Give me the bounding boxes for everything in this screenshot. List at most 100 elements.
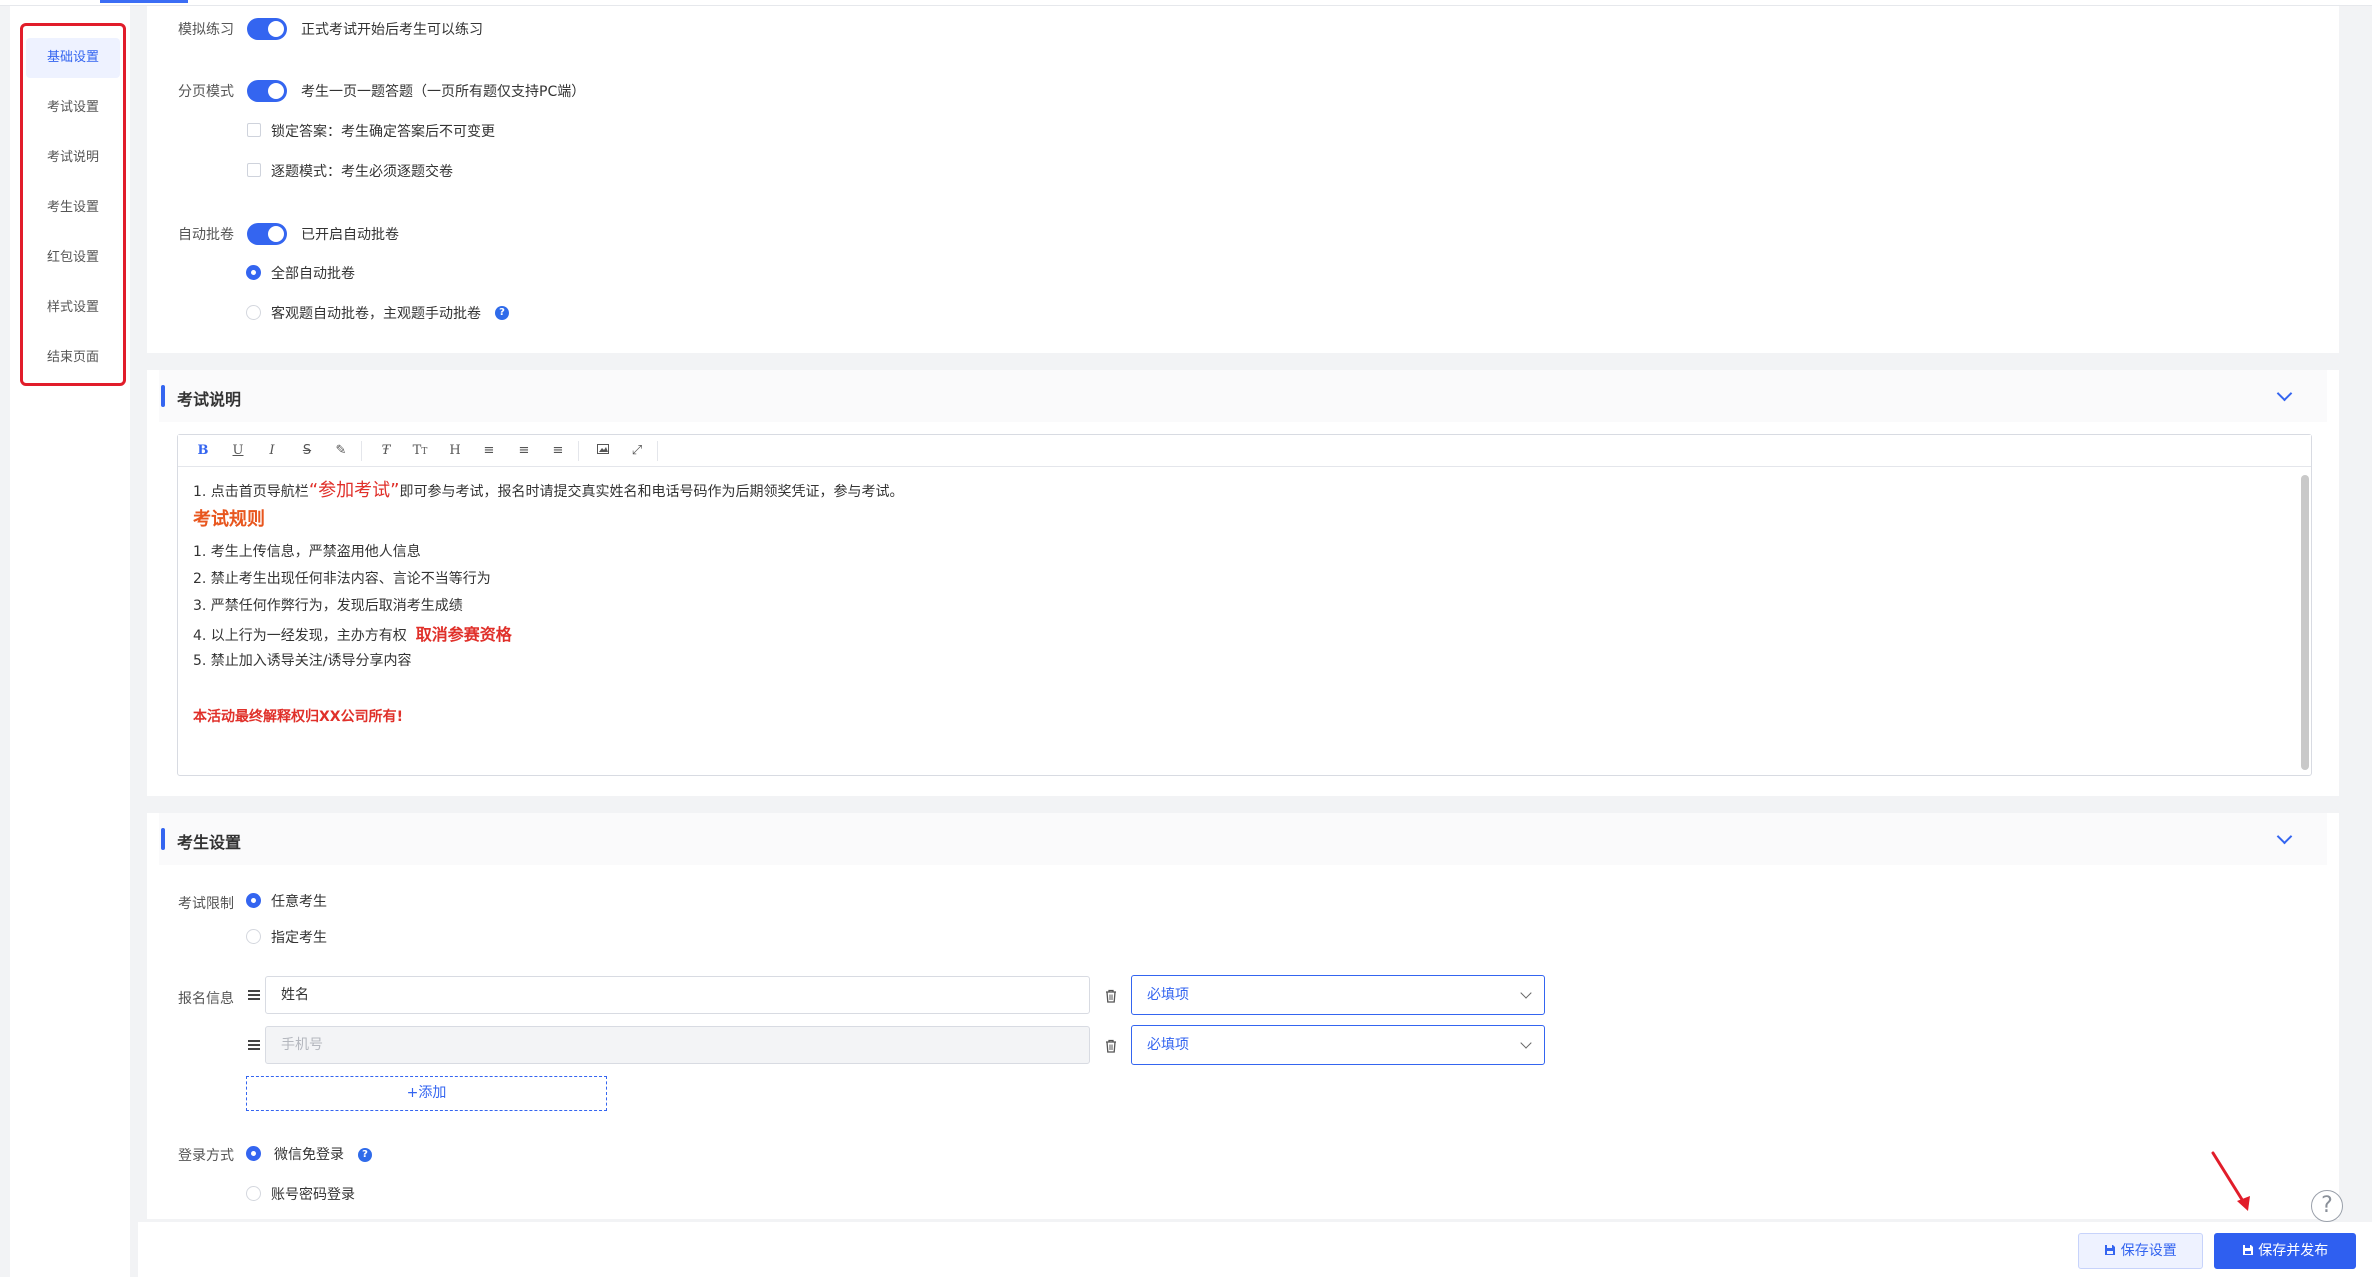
login-help-icon[interactable]: ? (358, 1148, 372, 1162)
clear-format-icon[interactable]: Ŧ (375, 441, 397, 461)
practice-toggle[interactable] (247, 18, 287, 40)
requirement-value: 必填项 (1147, 987, 1189, 1003)
grade-mixed-radio[interactable] (246, 305, 261, 320)
rule-1: 1. 考生上传信息，严禁盗用他人信息 (193, 544, 421, 560)
help-circle-icon[interactable]: ? (2311, 1190, 2343, 1222)
lock-answer-text: 锁定答案：考生确定答案后不可变更 (271, 124, 495, 140)
auto-grade-label: 自动批卷 (178, 227, 234, 243)
signup-info-label: 报名信息 (178, 991, 234, 1007)
annotation-arrow-icon (2211, 1151, 2250, 1211)
paging-toggle[interactable] (247, 80, 287, 102)
bold-icon[interactable]: B (192, 441, 214, 461)
drag-handle-icon[interactable] (248, 990, 260, 1000)
save-icon (2242, 1243, 2258, 1259)
content-line-1: 1. 点击首页导航栏“参加考试”即可参与考试，报名时请提交真实姓名和电话号码作为… (193, 476, 903, 502)
any-candidate-text: 任意考生 (271, 894, 327, 910)
editor-content[interactable]: 1. 点击首页导航栏“参加考试”即可参与考试，报名时请提交真实姓名和电话号码作为… (178, 468, 2298, 775)
wechat-login-radio[interactable] (246, 1146, 261, 1161)
password-login-radio[interactable] (246, 1186, 261, 1201)
practice-label: 模拟练习 (178, 22, 234, 38)
underline-icon[interactable]: U (227, 441, 249, 461)
image-icon[interactable] (592, 441, 614, 461)
chevron-down-icon (1520, 1037, 1532, 1049)
sidebar-item-end-page[interactable]: 结束页面 (26, 338, 120, 378)
sidebar-item-exam[interactable]: 考试设置 (26, 88, 120, 128)
align-right-icon[interactable]: ≡ (547, 441, 569, 461)
save-settings-button[interactable]: 保存设置 (2078, 1233, 2203, 1269)
phone-requirement-select[interactable]: 必填项 (1131, 1025, 1545, 1065)
paging-label: 分页模式 (178, 84, 234, 100)
candidate-settings-panel: 考生设置 (147, 813, 2339, 1219)
name-field[interactable]: 姓名 (265, 976, 1090, 1014)
italic-icon[interactable]: I (261, 441, 283, 461)
exam-description-header[interactable]: 考试说明 (159, 370, 2327, 422)
section-bar (161, 828, 165, 850)
rule-4: 4. 以上行为一经发现，主办方有权 取消参赛资格 (193, 621, 512, 645)
lock-answer-checkbox[interactable] (247, 123, 261, 137)
login-method-label: 登录方式 (178, 1148, 234, 1164)
rule-2: 2. 禁止考生出现任何非法内容、言论不当等行为 (193, 571, 491, 587)
grade-help-icon[interactable]: ? (495, 306, 509, 320)
heading-icon[interactable]: H (444, 441, 466, 461)
line1-highlight: “参加考试” (308, 480, 400, 501)
password-login-text: 账号密码登录 (271, 1187, 355, 1203)
chevron-down-icon[interactable] (2277, 831, 2291, 845)
save-and-publish-button[interactable]: 保存并发布 (2214, 1233, 2356, 1269)
specified-candidate-radio[interactable] (246, 929, 261, 944)
drag-handle-icon[interactable] (248, 1040, 260, 1050)
toolbar-divider (361, 441, 362, 461)
exam-limit-label: 考试限制 (178, 896, 234, 912)
rule-3: 3. 严禁任何作弊行为，发现后取消考生成绩 (193, 598, 463, 614)
sidebar-item-description[interactable]: 考试说明 (26, 138, 120, 178)
candidate-settings-title: 考生设置 (177, 833, 242, 852)
save-and-publish-label: 保存并发布 (2258, 1243, 2329, 1259)
requirement-value: 必填项 (1147, 1037, 1189, 1053)
rule-5: 5. 禁止加入诱导关注/诱导分享内容 (193, 653, 412, 669)
line1-text: 1. 点击首页导航栏 (193, 484, 309, 500)
editor-scrollbar[interactable] (2301, 475, 2309, 770)
sidebar-item-candidate[interactable]: 考生设置 (26, 188, 120, 228)
sidebar-item-red-packet[interactable]: 红包设置 (26, 238, 120, 278)
paging-text: 考生一页一题答题（一页所有题仅支持PC端） (301, 84, 586, 100)
brush-icon[interactable]: ✎ (330, 441, 352, 461)
one-by-one-text: 逐题模式：考生必须逐题交卷 (271, 164, 453, 180)
practice-text: 正式考试开始后考生可以练习 (301, 22, 483, 38)
line1-text-end: 即可参与考试，报名时请提交真实姓名和电话号码作为后期领奖凭证，参与考试。 (399, 484, 904, 500)
save-icon (2104, 1243, 2120, 1259)
fullscreen-icon[interactable]: ⤢ (626, 441, 648, 461)
rule4-highlight: 取消参赛资格 (415, 625, 512, 644)
sidebar-nav: 基础设置 考试设置 考试说明 考生设置 红包设置 样式设置 结束页面 (20, 23, 126, 386)
sidebar-item-style[interactable]: 样式设置 (26, 288, 120, 328)
auto-grade-text: 已开启自动批卷 (301, 227, 399, 243)
sidebar-item-basic[interactable]: 基础设置 (26, 38, 120, 78)
add-field-button[interactable]: +添加 (246, 1076, 607, 1111)
trash-icon[interactable] (1105, 1039, 1117, 1053)
align-center-icon[interactable]: ≡ (513, 441, 535, 461)
font-size-icon[interactable]: TT (409, 441, 431, 461)
grade-mixed-text: 客观题自动批卷，主观题手动批卷 (271, 306, 481, 322)
section-bar (161, 385, 165, 407)
candidate-settings-header[interactable]: 考生设置 (159, 813, 2327, 865)
rich-text-editor[interactable]: B U I S ✎ Ŧ TT H ≡ ≡ ≡ ⤢ 1. 点击首页导航栏“参加考试… (177, 434, 2312, 776)
rules-heading: 考试规则 (193, 509, 265, 530)
toolbar-divider (578, 441, 579, 461)
save-settings-label: 保存设置 (2120, 1243, 2177, 1259)
align-left-icon[interactable]: ≡ (478, 441, 500, 461)
bottom-action-bar (138, 1222, 2372, 1277)
exam-description-title: 考试说明 (177, 390, 242, 409)
strikethrough-icon[interactable]: S (296, 441, 318, 461)
chevron-down-icon[interactable] (2277, 388, 2291, 402)
basic-settings-panel (147, 6, 2339, 353)
any-candidate-radio[interactable] (246, 893, 261, 908)
one-by-one-checkbox[interactable] (247, 163, 261, 177)
trash-icon[interactable] (1105, 989, 1117, 1003)
phone-field[interactable]: 手机号 (265, 1026, 1090, 1064)
toolbar-divider (657, 441, 658, 461)
editor-toolbar: B U I S ✎ Ŧ TT H ≡ ≡ ≡ ⤢ (178, 435, 2311, 467)
rule4-text: 4. 以上行为一经发现，主办方有权 (193, 628, 407, 644)
specified-candidate-text: 指定考生 (271, 930, 327, 946)
chevron-down-icon (1520, 987, 1532, 999)
name-requirement-select[interactable]: 必填项 (1131, 975, 1545, 1015)
grade-all-radio[interactable] (246, 265, 261, 280)
auto-grade-toggle[interactable] (247, 223, 287, 245)
